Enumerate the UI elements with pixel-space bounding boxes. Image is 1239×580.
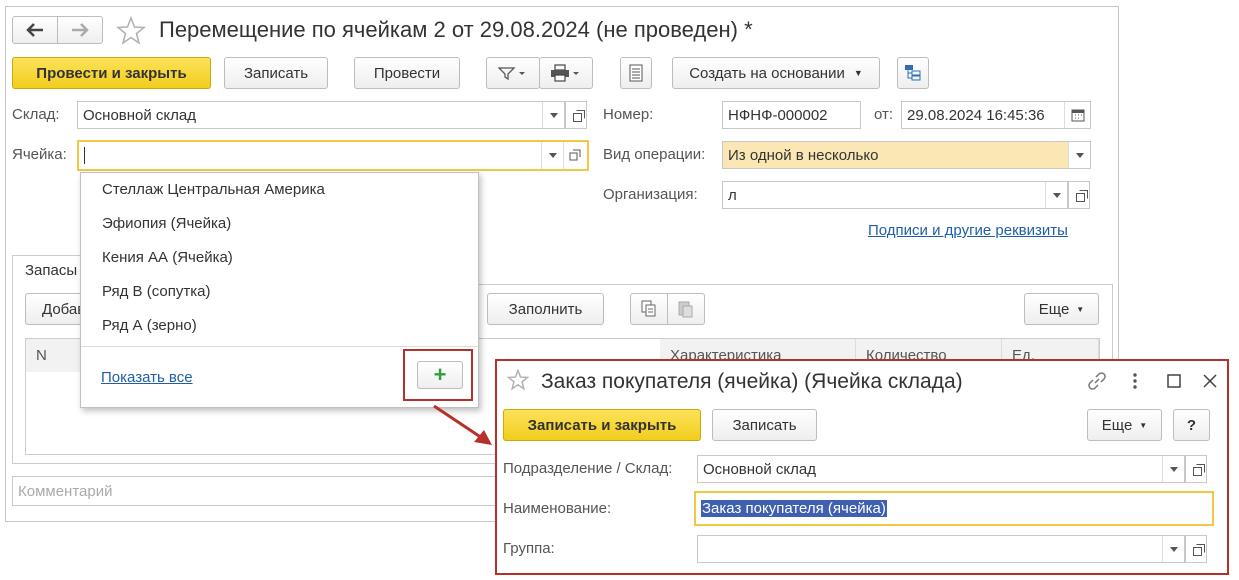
calendar-icon[interactable]: [1064, 102, 1090, 128]
dept-label: Подразделение / Склад:: [503, 460, 673, 477]
cell-field[interactable]: [77, 140, 589, 171]
fill-button[interactable]: Заполнить: [487, 293, 604, 325]
more-actions-button[interactable]: Еще ▼: [1024, 293, 1099, 325]
filter-menu-button[interactable]: [486, 57, 540, 89]
name-value: Заказ покупателя (ячейка): [701, 500, 887, 517]
link-icon[interactable]: [1087, 371, 1107, 391]
forward-button[interactable]: [57, 16, 103, 44]
warehouse-label: Склад:: [12, 106, 60, 123]
list-item[interactable]: Ряд А (зерно): [102, 317, 197, 334]
chevron-down-icon: ▼: [1076, 304, 1085, 314]
group-field[interactable]: [697, 535, 1185, 563]
arrow-left-icon: [26, 23, 43, 37]
list-item[interactable]: Кения АА (Ячейка): [102, 249, 233, 266]
organization-label: Организация:: [603, 186, 698, 203]
dept-value: Основной склад: [703, 460, 817, 478]
back-button[interactable]: [12, 16, 58, 44]
text-cursor: [84, 147, 85, 164]
open-warehouse-icon[interactable]: [565, 101, 587, 129]
name-label: Наименование:: [503, 500, 612, 517]
open-dept-icon[interactable]: [1185, 455, 1207, 483]
warehouse-value: Основной склад: [83, 106, 197, 124]
chevron-down-icon[interactable]: [1068, 142, 1090, 168]
number-label: Номер:: [603, 106, 654, 123]
arrow-right-icon: [72, 23, 89, 37]
create-new-button[interactable]: +: [417, 361, 463, 389]
list-item[interactable]: Стеллаж Центральная Америка: [102, 181, 325, 198]
report-button[interactable]: [620, 57, 652, 89]
plus-icon: +: [433, 362, 447, 387]
comment-placeholder: Комментарий: [18, 482, 113, 500]
dialog-title: Заказ покупателя (ячейка) (Ячейка склада…: [541, 370, 963, 393]
copy-icon: [641, 300, 656, 317]
chevron-down-icon[interactable]: [542, 102, 564, 128]
close-icon[interactable]: [1202, 373, 1218, 389]
dept-field[interactable]: Основной склад: [697, 455, 1185, 483]
arrow-pointer-icon: [433, 404, 492, 445]
group-label: Группа:: [503, 540, 555, 557]
dialog-more-button[interactable]: Еще ▼: [1087, 409, 1162, 441]
star-icon[interactable]: [116, 16, 146, 46]
cell-dropdown-list: Стеллаж Центральная Америка Эфиопия (Яче…: [80, 172, 479, 408]
organization-field[interactable]: л: [722, 181, 1068, 209]
paste-icon: [678, 301, 693, 318]
hierarchy-icon: [905, 65, 921, 81]
list-item[interactable]: Ряд В (сопутка): [102, 283, 210, 300]
open-organization-icon[interactable]: [1068, 181, 1090, 209]
chevron-down-icon[interactable]: [1162, 456, 1184, 482]
page-title: Перемещение по ячейкам 2 от 29.08.2024 (…: [159, 17, 753, 42]
list-item[interactable]: Эфиопия (Ячейка): [102, 215, 231, 232]
operation-value: Из одной в несколько: [728, 146, 879, 164]
date-field[interactable]: 29.08.2024 16:45:36: [901, 101, 1091, 129]
print-menu-button[interactable]: [539, 57, 593, 89]
cell-label: Ячейка:: [12, 146, 67, 163]
name-field[interactable]: Заказ покупателя (ячейка): [694, 491, 1214, 526]
chevron-down-icon: ▼: [1139, 420, 1148, 430]
help-button[interactable]: ?: [1173, 409, 1210, 441]
date-value: 29.08.2024 16:45:36: [907, 106, 1045, 124]
date-label: от:: [874, 106, 894, 123]
more-actions-label: Еще: [1038, 300, 1070, 318]
chevron-down-icon: ▼: [853, 68, 863, 78]
save-button[interactable]: Записать: [224, 57, 328, 89]
dialog-more-label: Еще: [1101, 416, 1133, 434]
copy-button[interactable]: [630, 293, 668, 325]
signatures-link[interactable]: Подписи и другие реквизиты: [868, 222, 1068, 239]
post-button[interactable]: Провести: [354, 57, 460, 89]
dialog-save-button[interactable]: Записать: [712, 409, 817, 441]
chevron-down-icon[interactable]: [541, 142, 563, 169]
printer-icon: [551, 64, 579, 82]
organization-value: л: [728, 186, 737, 204]
number-field[interactable]: НФНФ-000002: [722, 101, 861, 129]
comment-field[interactable]: Комментарий: [12, 476, 496, 506]
post-and-close-button[interactable]: Провести и закрыть: [12, 57, 211, 89]
more-vertical-icon[interactable]: [1127, 371, 1143, 391]
open-cell-icon[interactable]: [563, 142, 587, 169]
tab-stocks-label: Запасы: [25, 262, 78, 279]
maximize-icon[interactable]: [1167, 374, 1181, 388]
paste-button[interactable]: [667, 293, 705, 325]
create-based-on-button[interactable]: Создать на основании ▼: [672, 57, 880, 89]
list-report-icon: [629, 64, 643, 82]
create-based-on-label: Создать на основании: [689, 64, 845, 82]
column-n[interactable]: N: [26, 339, 81, 372]
chevron-down-icon[interactable]: [1162, 536, 1184, 562]
open-form-icon: [569, 149, 581, 161]
operation-field[interactable]: Из одной в несколько: [722, 141, 1091, 169]
number-value: НФНФ-000002: [728, 106, 828, 124]
show-all-link[interactable]: Показать все: [101, 369, 193, 386]
open-group-icon[interactable]: [1185, 535, 1207, 563]
star-icon[interactable]: [507, 369, 529, 391]
filter-icon: [498, 67, 525, 80]
operation-label: Вид операции:: [603, 146, 706, 163]
chevron-down-icon[interactable]: [1045, 182, 1067, 208]
save-and-close-button[interactable]: Записать и закрыть: [503, 409, 701, 441]
cell-creation-dialog: Заказ покупателя (ячейка) (Ячейка склада…: [495, 359, 1229, 575]
warehouse-field[interactable]: Основной склад: [77, 101, 565, 129]
structure-button[interactable]: [897, 57, 929, 89]
divider: [81, 346, 478, 347]
